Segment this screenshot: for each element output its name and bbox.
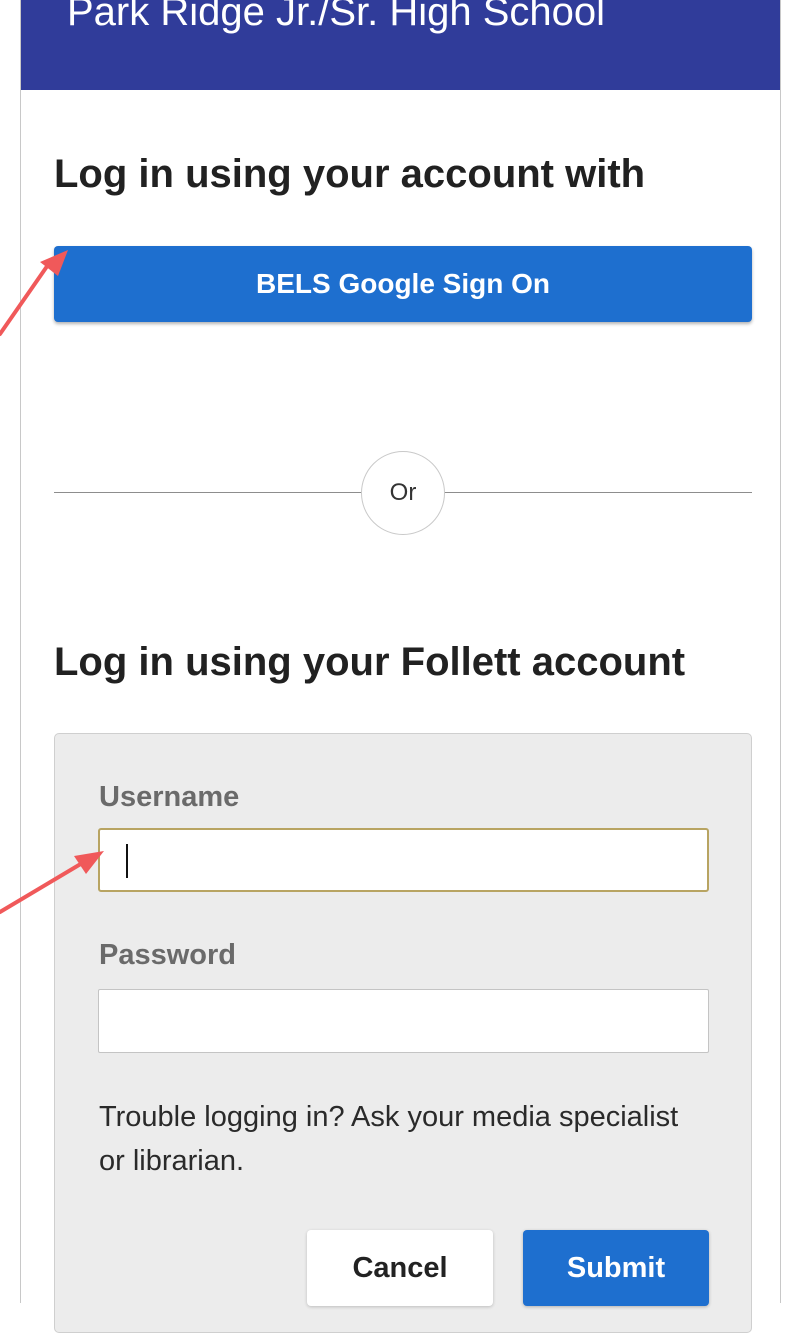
follett-heading: Log in using your Follett account bbox=[54, 640, 686, 684]
text-cursor bbox=[126, 844, 128, 878]
password-input[interactable] bbox=[98, 989, 709, 1053]
login-help-text: Trouble logging in? Ask your media speci… bbox=[99, 1101, 679, 1177]
username-input[interactable] bbox=[98, 828, 709, 892]
submit-button[interactable]: Submit bbox=[523, 1230, 709, 1306]
page-header: Park Ridge Jr./Sr. High School bbox=[21, 0, 780, 90]
username-label: Username bbox=[99, 781, 240, 813]
password-label: Password bbox=[99, 939, 236, 971]
or-divider: Or bbox=[54, 451, 752, 535]
cancel-button[interactable]: Cancel bbox=[307, 1230, 493, 1306]
login-page: Park Ridge Jr./Sr. High School Log in us… bbox=[20, 0, 781, 1333]
school-name: Park Ridge Jr./Sr. High School bbox=[67, 0, 606, 34]
follett-login-form: Username Password Trouble logging in? As… bbox=[54, 733, 752, 1333]
or-label: Or bbox=[361, 451, 445, 535]
sso-heading: Log in using your account with bbox=[54, 152, 646, 196]
google-sign-on-button[interactable]: BELS Google Sign On bbox=[54, 246, 752, 322]
